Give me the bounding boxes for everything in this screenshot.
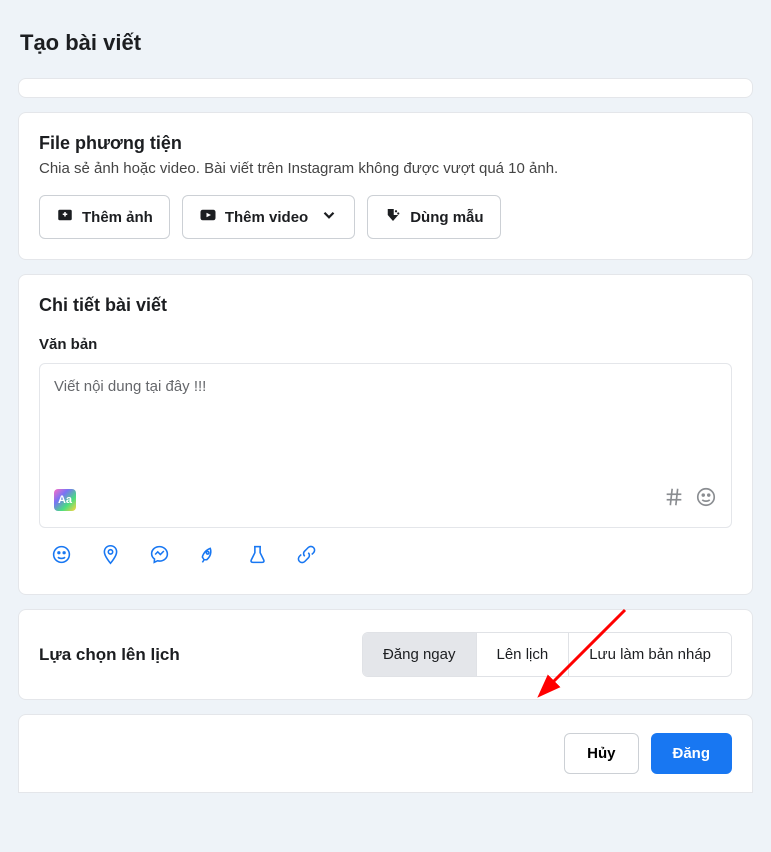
photo-plus-icon: [56, 206, 74, 228]
post-textarea-wrap: Viết nội dung tại đây !!! Aa: [39, 363, 732, 528]
post-tools: [39, 528, 732, 574]
use-template-label: Dùng mẫu: [410, 209, 483, 226]
boost-icon[interactable]: [198, 544, 219, 570]
media-buttons: Thêm ảnh Thêm video Dùng mẫu: [39, 195, 732, 239]
template-icon: [384, 206, 402, 228]
ab-test-icon[interactable]: [247, 544, 268, 570]
page-title: Tạo bài viết: [0, 0, 771, 78]
add-video-button[interactable]: Thêm video: [182, 195, 355, 239]
link-icon[interactable]: [296, 544, 317, 570]
schedule-title: Lựa chọn lên lịch: [39, 645, 180, 665]
top-card-strip: [18, 78, 753, 98]
add-photo-button[interactable]: Thêm ảnh: [39, 195, 170, 239]
publish-now-button[interactable]: Đăng ngay: [363, 633, 476, 676]
cancel-button[interactable]: Hủy: [564, 733, 638, 774]
save-draft-button[interactable]: Lưu làm bản nháp: [568, 633, 731, 676]
hashtag-icon[interactable]: [663, 486, 685, 513]
text-style-icon[interactable]: Aa: [54, 489, 76, 511]
media-desc: Chia sẻ ảnh hoặc video. Bài viết trên In…: [39, 160, 732, 177]
schedule-card: Lựa chọn lên lịch Đăng ngay Lên lịch Lưu…: [18, 609, 753, 700]
chevron-down-icon: [316, 206, 338, 228]
messenger-icon[interactable]: [149, 544, 170, 570]
emoji-icon[interactable]: [695, 486, 717, 513]
footer-card: Hủy Đăng: [18, 714, 753, 793]
video-icon: [199, 206, 217, 228]
media-title: File phương tiện: [39, 133, 732, 154]
add-video-label: Thêm video: [225, 209, 308, 226]
textarea-toolbar: Aa: [54, 486, 717, 513]
media-card: File phương tiện Chia sẻ ảnh hoặc video.…: [18, 112, 753, 260]
details-card: Chi tiết bài viết Văn bản Viết nội dung …: [18, 274, 753, 595]
text-field-label: Văn bản: [39, 336, 732, 353]
feeling-icon[interactable]: [51, 544, 72, 570]
add-photo-label: Thêm ảnh: [82, 209, 153, 226]
location-icon[interactable]: [100, 544, 121, 570]
use-template-button[interactable]: Dùng mẫu: [367, 195, 500, 239]
schedule-segment: Đăng ngay Lên lịch Lưu làm bản nháp: [362, 632, 732, 677]
details-title: Chi tiết bài viết: [39, 295, 732, 316]
schedule-button[interactable]: Lên lịch: [476, 633, 569, 676]
publish-button[interactable]: Đăng: [651, 733, 733, 774]
post-textarea[interactable]: Viết nội dung tại đây !!!: [54, 378, 717, 478]
